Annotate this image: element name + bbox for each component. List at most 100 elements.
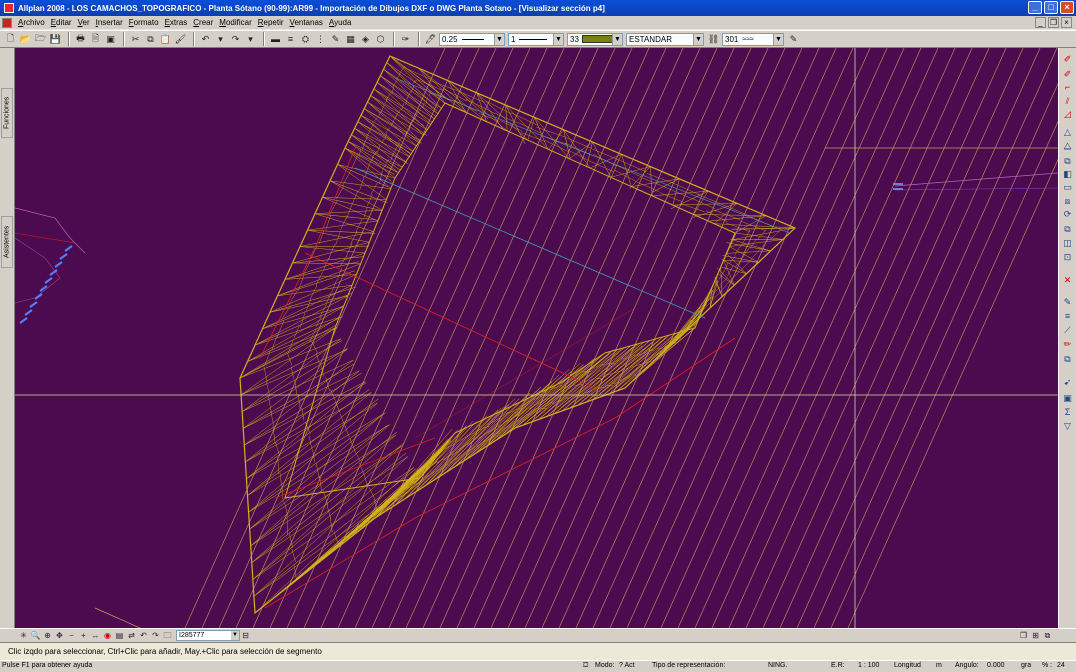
dimension-icon[interactable]: ◿	[1061, 108, 1074, 120]
show-hide-icon[interactable]: ▦	[344, 33, 357, 46]
open-folder-icon[interactable]: 📂	[19, 33, 32, 46]
pen-thickness-select[interactable]: 0.25 ▼	[439, 32, 505, 46]
tab-funciones[interactable]: Funciones	[1, 88, 13, 138]
join-icon[interactable]: ⊡	[1061, 251, 1074, 263]
chevron-down-icon[interactable]: ▼	[612, 33, 622, 45]
menu-item[interactable]: Formato	[126, 18, 162, 27]
filter-icon[interactable]: ▽	[1061, 420, 1074, 432]
eyedropper-icon[interactable]: ✎	[1061, 296, 1074, 308]
print-preview-icon[interactable]: 🗎	[89, 33, 102, 46]
scale-icon[interactable]: ⧉	[1061, 223, 1074, 235]
doc-minimize-button[interactable]: _	[1035, 17, 1046, 28]
drawing-canvas[interactable]	[15, 48, 1058, 628]
window-icon[interactable]: ▤	[114, 630, 125, 641]
layers-icon[interactable]: ≡	[1061, 310, 1074, 322]
chevron-down-icon[interactable]: ▼	[693, 33, 703, 45]
grid-icon[interactable]: ✳	[18, 630, 29, 641]
move-icon[interactable]: ⧈	[1061, 195, 1074, 207]
new-file-icon[interactable]: 🗋	[4, 33, 17, 46]
offset-icon[interactable]: ▭	[1061, 181, 1074, 193]
format-properties-icon[interactable]: ✑	[399, 33, 412, 46]
hatch-icon[interactable]: ⛓	[707, 33, 720, 46]
split-icon[interactable]: ◫	[1061, 237, 1074, 249]
zoom-out-icon[interactable]: −	[66, 630, 77, 641]
previous-view-icon[interactable]: ↶	[138, 630, 149, 641]
undo-dropdown-icon[interactable]: ▾	[214, 33, 227, 46]
layer-select[interactable]: ESTANDAR ▼	[626, 32, 704, 46]
menu-item[interactable]: Insertar	[93, 18, 126, 27]
parallel-lines-icon[interactable]: ⫽	[1061, 95, 1074, 107]
measure-icon[interactable]: ⟋	[1061, 324, 1074, 336]
regen-icon[interactable]: ↔	[90, 630, 101, 641]
redo-icon[interactable]: ↷	[229, 33, 242, 46]
window-copy-icon[interactable]: ⧉	[1042, 630, 1053, 641]
status-ning[interactable]: NING.	[768, 662, 787, 669]
view-all-icon[interactable]: ⇄	[126, 630, 137, 641]
animation-icon[interactable]: ⬡	[374, 33, 387, 46]
layer-status-icon[interactable]: ≡	[284, 33, 297, 46]
line-type-select[interactable]: 1 ▼	[508, 32, 564, 46]
status-mode-value[interactable]: ? Act	[619, 662, 635, 669]
menu-item[interactable]: Extras	[162, 18, 191, 27]
status-length-unit[interactable]: m	[936, 662, 942, 669]
match-properties-icon[interactable]: ✎	[787, 33, 800, 46]
properties-icon[interactable]: ▣	[1061, 392, 1074, 404]
save-view-icon[interactable]: 🗀	[162, 630, 173, 641]
layer-select-icon[interactable]: ▬	[269, 33, 282, 46]
zoom-input[interactable]: I285777 ▼	[176, 630, 240, 641]
options-icon[interactable]: ⋮	[314, 33, 327, 46]
document-icon[interactable]	[2, 17, 12, 28]
doc-restore-button[interactable]: ❐	[1048, 17, 1059, 28]
rotate-icon[interactable]: ⟳	[1061, 208, 1074, 220]
print-icon[interactable]: 🖶	[74, 33, 87, 46]
menu-item[interactable]: Crear	[190, 18, 216, 27]
pen-red-2-icon[interactable]: ✐	[1061, 68, 1074, 80]
pan-icon[interactable]: ✥	[54, 630, 65, 641]
drawing-files-icon[interactable]: ⛭	[299, 33, 312, 46]
pen-modify-icon[interactable]: ✏	[1061, 338, 1074, 350]
menu-item[interactable]: Ayuda	[326, 18, 355, 27]
chevron-down-icon[interactable]: ▼	[773, 33, 783, 45]
zoom-window-icon[interactable]: ⊕	[42, 630, 53, 641]
redo-dropdown-icon[interactable]: ▾	[244, 33, 257, 46]
stack-icon[interactable]: ⧉	[1061, 353, 1074, 365]
plot-icon[interactable]: ▣	[104, 33, 117, 46]
menu-item[interactable]: Ver	[75, 18, 93, 27]
cut-icon[interactable]: ✂	[129, 33, 142, 46]
chevron-down-icon[interactable]: ▼	[494, 33, 504, 45]
window-arrange-icon[interactable]: ⊞	[1030, 630, 1041, 641]
lock-icon[interactable]: ⊟	[240, 630, 251, 641]
copy-elements-icon[interactable]: ⧉	[1061, 155, 1074, 167]
menu-item[interactable]: Archivo	[15, 18, 48, 27]
zoom-icon[interactable]: 🔍	[30, 630, 41, 641]
redraw-icon[interactable]: ◉	[102, 630, 113, 641]
format-painter-icon[interactable]: 🖌	[174, 33, 187, 46]
undo-icon[interactable]: ↶	[199, 33, 212, 46]
chevron-down-icon[interactable]: ▼	[553, 33, 563, 45]
stretch-icon[interactable]: ◧	[1061, 168, 1074, 180]
pen-red-icon[interactable]: ✐	[1061, 53, 1074, 65]
save-icon[interactable]: 💾	[49, 33, 62, 46]
menu-item[interactable]: Repetir	[255, 18, 287, 27]
doc-close-button[interactable]: ×	[1061, 17, 1072, 28]
pen-icon[interactable]: 🖊	[424, 33, 437, 46]
menu-item[interactable]: Editar	[48, 18, 75, 27]
status-er-value[interactable]: 1 : 100	[858, 662, 879, 669]
paste-icon[interactable]: 📋	[159, 33, 172, 46]
maximize-button[interactable]: □	[1044, 1, 1058, 14]
select-arrow-icon[interactable]: ➹	[1061, 376, 1074, 388]
status-angle-unit[interactable]: gra	[1021, 662, 1031, 669]
zoom-in-icon[interactable]: +	[78, 630, 89, 641]
open-icon[interactable]: 🗁	[34, 33, 47, 46]
line-icon[interactable]: ⌐	[1061, 81, 1074, 93]
hatch-select[interactable]: 301 ≈≈≈ ▼	[722, 32, 784, 46]
triangle-icon[interactable]: △	[1061, 126, 1074, 138]
view-3d-icon[interactable]: ◈	[359, 33, 372, 46]
copy-icon[interactable]: ⧉	[144, 33, 157, 46]
status-pct-value[interactable]: 24	[1057, 662, 1065, 669]
pen-settings-icon[interactable]: ✎	[329, 33, 342, 46]
delete-icon[interactable]: ✕	[1061, 274, 1074, 286]
sum-icon[interactable]: Σ	[1061, 406, 1074, 418]
tab-asistentes[interactable]: Asistentes	[1, 216, 13, 268]
chevron-down-icon[interactable]: ▼	[231, 631, 239, 640]
